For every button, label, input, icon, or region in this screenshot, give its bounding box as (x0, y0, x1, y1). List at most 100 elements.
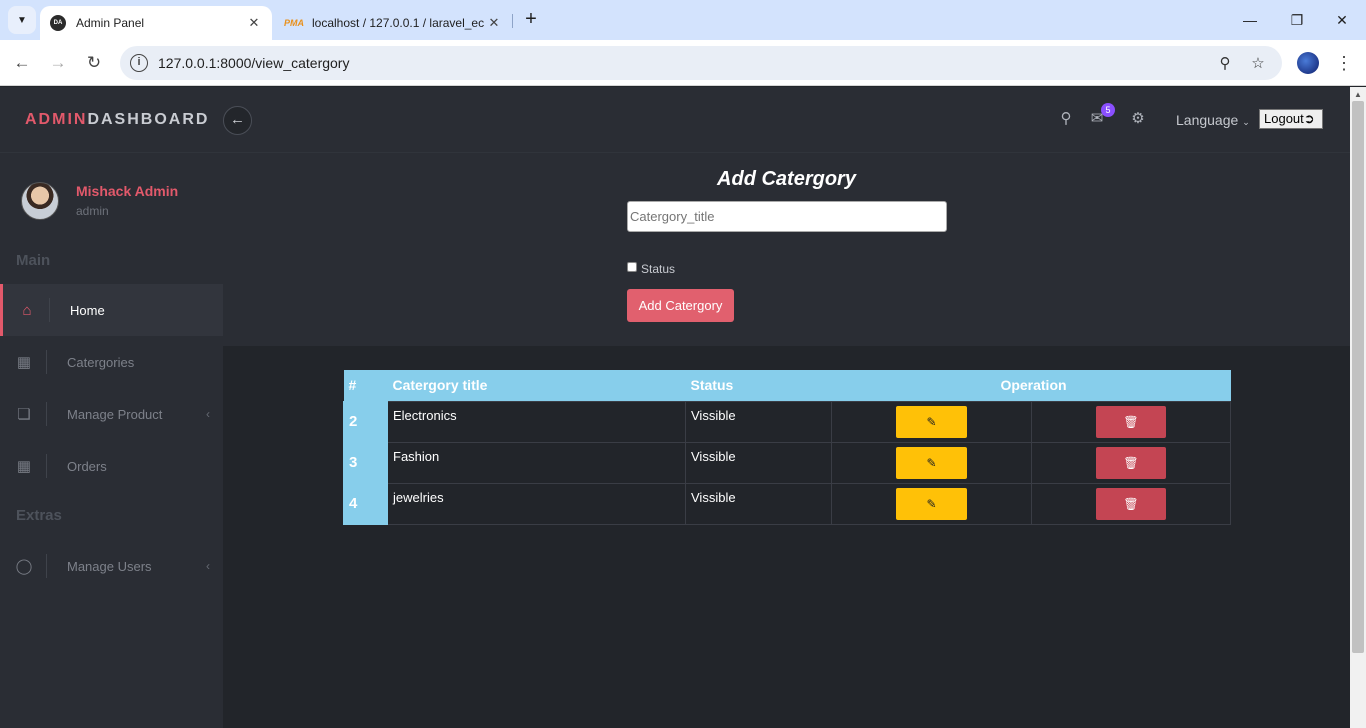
tab-separator (512, 14, 513, 28)
language-label: Language (1176, 112, 1239, 128)
browser-toolbar: ← → ↻ i 127.0.0.1:8000/view_catergory ⚲ … (0, 40, 1366, 86)
delete-button[interactable]: 🗑 (1096, 487, 1166, 520)
sidebar: Mishack Admin admin Main ⌂ Home ▦ Caterg… (0, 153, 223, 728)
gear-icon[interactable]: ⚙ (1128, 109, 1148, 129)
table-row: 2 Electronics Vissible ✎ 🗑 (343, 400, 1231, 443)
row-title: jewelries (387, 482, 686, 525)
close-icon[interactable]: ✕ (246, 15, 262, 31)
minimize-icon[interactable]: — (1238, 8, 1262, 32)
pencil-icon: ✎ (926, 414, 937, 429)
delete-cell: 🗑 (1031, 400, 1231, 443)
chevron-left-icon: ‹ (206, 559, 210, 573)
row-title: Fashion (387, 441, 686, 484)
edit-cell: ✎ (831, 400, 1032, 443)
trash-icon: 🗑 (1123, 455, 1139, 470)
trash-icon: 🗑 (1123, 414, 1139, 429)
brand-part-dashboard: DASHBOARD (87, 111, 210, 128)
sidebar-item-orders[interactable]: ▦ Orders (0, 440, 223, 492)
tab-search-button[interactable]: ▼ (8, 6, 36, 34)
sidebar-item-home[interactable]: ⌂ Home (0, 284, 223, 336)
sidebar-item-manage-product[interactable]: ❏ Manage Product ‹ (0, 388, 223, 440)
item-divider (46, 554, 47, 578)
reload-icon[interactable]: ↻ (82, 51, 106, 75)
delete-cell: 🗑 (1031, 482, 1231, 525)
status-checkbox[interactable] (627, 262, 637, 272)
restore-icon[interactable]: ❐ (1285, 8, 1309, 32)
categories-table: # Catergory title Status Operation 2 Ele… (343, 370, 1231, 525)
tab-favicon: PMA (284, 18, 304, 28)
user-role: admin (76, 204, 109, 218)
trash-icon: 🗑 (1123, 496, 1139, 511)
edit-button[interactable]: ✎ (896, 405, 967, 438)
sidebar-item-label: Home (70, 302, 105, 318)
add-category-panel: Add Catergory Status Add Catergory (223, 153, 1350, 346)
avatar[interactable] (21, 182, 59, 220)
scroll-up-icon[interactable]: ▲ (1354, 90, 1362, 99)
mail-count-badge: 5 (1101, 103, 1115, 117)
table-row: 3 Fashion Vissible ✎ 🗑 (343, 441, 1231, 484)
url-text[interactable]: 127.0.0.1:8000/view_catergory (158, 55, 349, 71)
brand-part-admin: ADMIN (25, 111, 88, 128)
brand-logo[interactable]: ADMINDASHBOARD (25, 111, 209, 129)
table-header-row: # Catergory title Status Operation (343, 370, 1231, 401)
star-icon[interactable]: ☆ (1248, 54, 1268, 74)
section-label-extras: Extras (16, 507, 62, 524)
col-header-title: Catergory title (387, 370, 686, 401)
sidebar-item-categories[interactable]: ▦ Catergories (0, 336, 223, 388)
tab-admin-panel[interactable]: DA Admin Panel ✕ (40, 6, 272, 40)
scrollbar-thumb[interactable] (1352, 101, 1364, 653)
tab-title: Admin Panel (76, 16, 145, 30)
sidebar-item-label: Manage Product (67, 406, 163, 422)
grid-icon: ▦ (16, 354, 32, 371)
row-id: 2 (343, 400, 388, 443)
window-icon: ❏ (17, 406, 31, 423)
home-icon: ⌂ (22, 301, 32, 319)
edit-cell: ✎ (831, 441, 1032, 484)
arrow-left-icon: ← (230, 111, 245, 128)
pencil-icon: ✎ (926, 496, 937, 511)
page-scrollbar[interactable]: ▲ (1350, 87, 1366, 728)
more-vertical-icon[interactable]: ⋮ (1334, 51, 1354, 75)
address-bar[interactable]: i 127.0.0.1:8000/view_catergory ⚲ ☆ (120, 46, 1282, 80)
delete-button[interactable]: 🗑 (1096, 405, 1166, 438)
user-name: Mishack Admin (76, 183, 179, 199)
item-divider (46, 454, 47, 478)
logout-button[interactable]: Logout➲ (1259, 109, 1323, 129)
item-divider (49, 298, 50, 322)
row-id: 3 (343, 441, 388, 484)
table-row: 4 jewelries Vissible ✎ 🗑 (343, 482, 1231, 525)
zoom-icon[interactable]: ⚲ (1215, 54, 1235, 74)
col-header-status: Status (685, 370, 832, 401)
plus-icon[interactable]: + (519, 8, 543, 32)
edit-button[interactable]: ✎ (896, 446, 967, 479)
grid-icon: ▦ (16, 458, 32, 475)
close-icon[interactable]: ✕ (486, 15, 502, 31)
status-label: Status (641, 262, 676, 276)
window-close-icon[interactable]: ✕ (1330, 8, 1354, 32)
profile-avatar-icon[interactable] (1297, 52, 1319, 74)
row-status: Vissible (685, 482, 832, 525)
sidebar-toggle-button[interactable]: ← (223, 106, 252, 135)
sidebar-item-manage-users[interactable]: ◯ Manage Users ‹ (0, 540, 223, 592)
language-dropdown[interactable]: Language ⌄ (1176, 112, 1250, 128)
admin-header: ADMINDASHBOARD ← ⚲ ✉ 5 ⚙ Language ⌄ Logo… (0, 87, 1350, 153)
forward-arrow-icon[interactable]: → (46, 51, 70, 75)
info-icon[interactable]: i (130, 54, 148, 72)
logout-label: Logout (1264, 111, 1304, 126)
chevron-left-icon: ‹ (206, 407, 210, 421)
row-status: Vissible (685, 400, 832, 443)
pencil-icon: ✎ (926, 455, 937, 470)
col-header-operation: Operation (831, 370, 1231, 401)
delete-button[interactable]: 🗑 (1096, 446, 1166, 479)
user-icon: ◯ (15, 558, 33, 575)
tab-phpmyadmin[interactable]: PMA localhost / 127.0.0.1 / laravel_ec ✕ (276, 6, 512, 40)
edit-button[interactable]: ✎ (896, 487, 967, 520)
back-arrow-icon[interactable]: ← (10, 51, 34, 75)
search-icon[interactable]: ⚲ (1056, 109, 1076, 129)
col-header-num: # (343, 370, 388, 401)
form-title: Add Catergory (717, 168, 856, 190)
add-category-button[interactable]: Add Catergory (627, 289, 734, 322)
row-status: Vissible (685, 441, 832, 484)
category-title-input[interactable] (627, 201, 947, 232)
item-divider (46, 350, 47, 374)
